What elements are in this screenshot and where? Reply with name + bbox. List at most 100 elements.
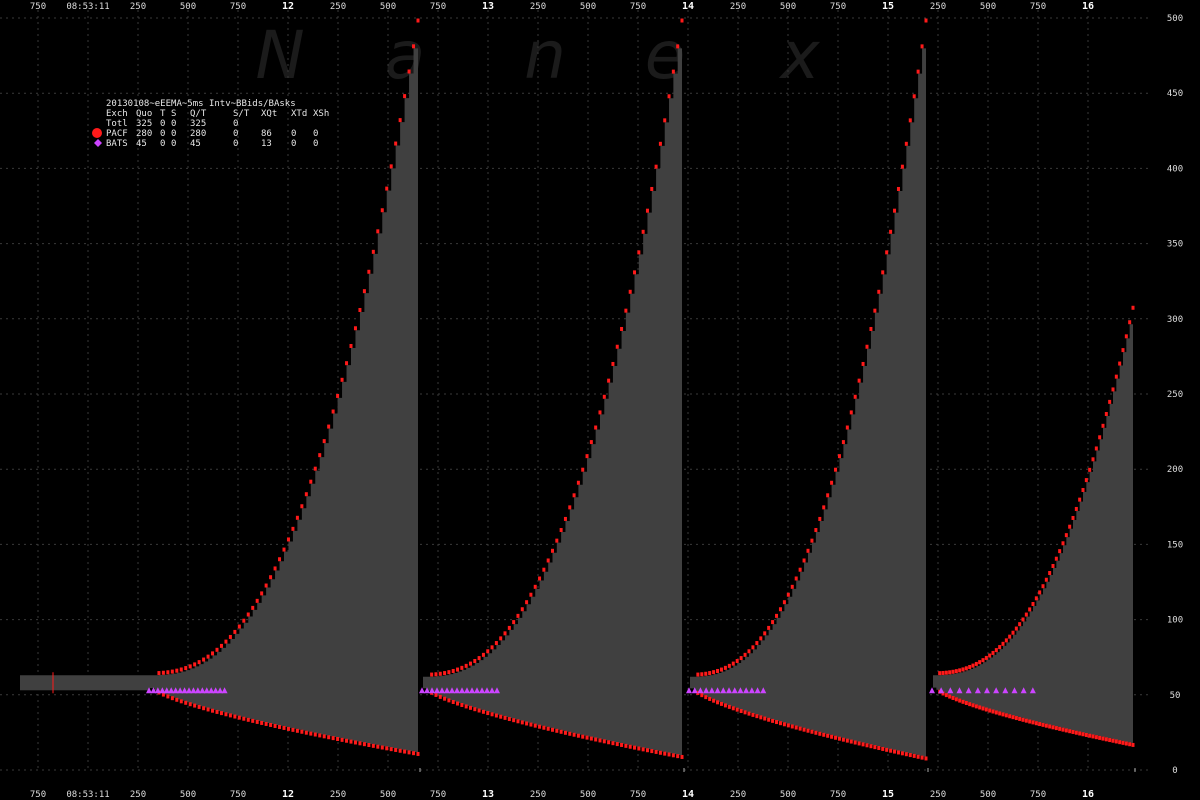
bid-quote-marker xyxy=(1021,717,1025,722)
ask-quote-marker xyxy=(735,659,739,664)
legend-cell: 280 xyxy=(190,129,206,139)
ask-quote-marker xyxy=(451,668,455,673)
ask-quote-marker xyxy=(598,410,602,415)
legend-cell: 0 xyxy=(291,129,296,139)
bid-quote-marker xyxy=(602,739,606,744)
ask-quote-marker xyxy=(654,164,658,169)
bid-quote-marker xyxy=(1054,726,1058,731)
ask-quote-marker xyxy=(865,344,869,349)
ask-quote-marker xyxy=(494,641,498,646)
ask-quote-marker xyxy=(981,658,985,663)
ask-quote-marker xyxy=(473,659,477,664)
bid-quote-marker xyxy=(398,748,402,753)
bid-quote-marker xyxy=(572,732,576,737)
ask-quote-marker xyxy=(1038,590,1042,595)
bid-quote-marker xyxy=(434,692,438,697)
ask-quote-marker xyxy=(322,439,326,444)
bid-quote-marker xyxy=(1108,738,1112,743)
bid-quote-marker xyxy=(481,709,485,714)
bid-quote-marker xyxy=(763,716,767,721)
bid-quote-marker xyxy=(170,696,174,701)
bid-quote-marker xyxy=(704,695,708,700)
bid-quote-marker xyxy=(822,732,826,737)
bid-quote-marker xyxy=(834,735,838,740)
bid-quote-marker xyxy=(529,722,533,727)
ask-quote-marker xyxy=(991,650,995,655)
bid-quote-marker xyxy=(671,753,675,758)
bid-quote-marker xyxy=(1038,722,1042,727)
y-tick-label: 150 xyxy=(1167,540,1183,550)
bid-quote-marker xyxy=(861,742,865,747)
bid-quote-marker xyxy=(1044,723,1048,728)
ask-quote-marker xyxy=(984,655,988,660)
ask-quote-marker xyxy=(1051,563,1055,568)
x-tick-label-top: 15 xyxy=(882,1,894,12)
bid-quote-marker xyxy=(464,704,468,709)
bid-quote-marker xyxy=(376,744,380,749)
bid-quote-marker xyxy=(908,753,912,758)
legend-header-cell: XSh xyxy=(313,109,329,119)
bid-quote-marker xyxy=(958,698,962,703)
legend-cell: 86 xyxy=(261,129,272,139)
x-tick-label-bottom: 15 xyxy=(882,789,894,800)
ask-quote-marker xyxy=(941,670,945,675)
legend-header-cell: S/T xyxy=(233,109,250,119)
bid-quote-marker xyxy=(251,718,255,723)
bid-quote-marker xyxy=(219,711,223,716)
ask-quote-marker xyxy=(790,584,794,589)
ask-quote-marker xyxy=(798,567,802,572)
ask-quote-marker xyxy=(228,634,232,639)
bid-quote-marker xyxy=(885,747,889,752)
ask-quote-marker xyxy=(767,625,771,630)
y-tick-label: 250 xyxy=(1167,390,1183,400)
bid-quote-marker xyxy=(712,698,716,703)
bid-quote-marker xyxy=(877,746,881,751)
bid-quote-marker xyxy=(380,745,384,750)
bid-quote-marker xyxy=(1078,731,1082,736)
bid-quote-marker xyxy=(904,752,908,757)
x-tick-label-top: 08:53:11 xyxy=(66,2,109,12)
ask-quote-marker xyxy=(1034,596,1038,601)
bid-quote-marker xyxy=(447,698,451,703)
x-tick-label-bottom: 16 xyxy=(1082,789,1094,800)
bid-quote-marker xyxy=(1001,712,1005,717)
x-tick-label-bottom: 12 xyxy=(282,789,294,800)
spread-area xyxy=(933,309,1133,743)
ask-quote-marker xyxy=(1064,533,1068,538)
bid-quote-marker xyxy=(403,749,407,754)
ask-quote-marker xyxy=(468,661,472,666)
ask-quote-marker xyxy=(349,343,353,348)
ask-quote-marker xyxy=(300,504,304,509)
ask-quote-marker xyxy=(291,526,295,531)
legend-cell: 0 xyxy=(160,129,165,139)
ask-quote-marker xyxy=(988,653,992,658)
ask-quote-marker xyxy=(313,466,317,471)
legend-cell: 280 xyxy=(136,129,152,139)
bid-quote-marker xyxy=(503,715,507,720)
ask-quote-marker xyxy=(1131,305,1135,310)
ask-quote-marker xyxy=(602,394,606,399)
ask-quote-marker xyxy=(572,493,576,498)
ask-quote-marker xyxy=(1048,571,1052,576)
legend-cell: 0 xyxy=(233,119,238,129)
ask-quote-marker xyxy=(215,647,219,652)
bid-quote-marker xyxy=(300,729,304,734)
ask-quote-marker xyxy=(563,516,567,521)
bid-quote-marker xyxy=(912,753,916,758)
bid-quote-marker xyxy=(490,712,494,717)
bid-quote-marker xyxy=(349,739,353,744)
ask-quote-marker xyxy=(273,566,277,571)
bid-quote-marker xyxy=(961,699,965,704)
ask-quote-marker xyxy=(849,410,853,415)
bid-quote-marker xyxy=(641,747,645,752)
bid-quote-marker xyxy=(269,722,273,727)
ask-quote-marker xyxy=(157,671,161,676)
bid-quote-marker xyxy=(954,697,958,702)
bid-quote-marker xyxy=(215,709,219,714)
bid-quote-marker xyxy=(1084,732,1088,737)
ask-quote-marker xyxy=(538,576,542,581)
bid-quote-marker xyxy=(1098,735,1102,740)
ask-quote-marker xyxy=(318,453,322,458)
ask-quote-marker xyxy=(778,607,782,612)
bid-quote-marker xyxy=(1061,727,1065,732)
